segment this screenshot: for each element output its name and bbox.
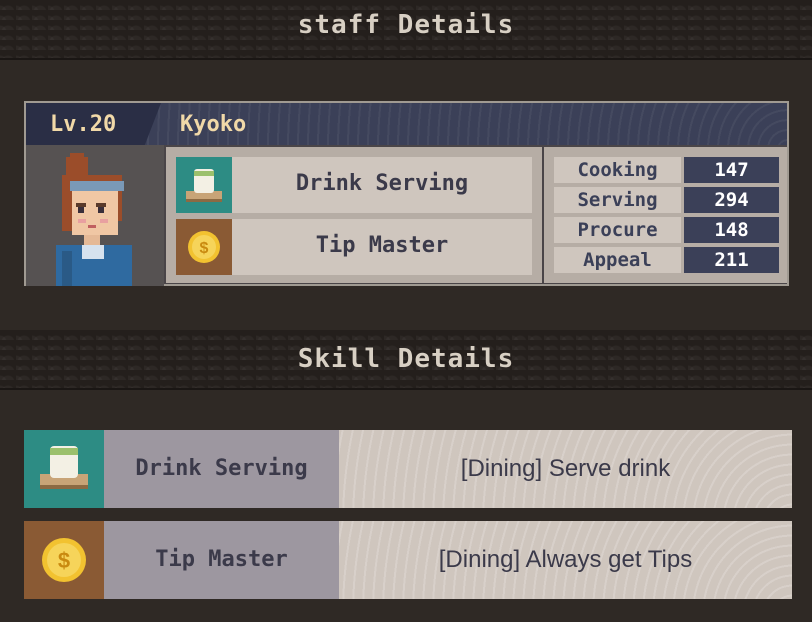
- staff-skills-panel: Drink Serving $ Tip Master: [166, 147, 542, 283]
- stat-value: 147: [684, 157, 779, 183]
- stat-value: 148: [684, 217, 779, 243]
- stat-label: Serving: [554, 187, 681, 213]
- kyoko-portrait-icon: [56, 153, 132, 286]
- skill-detail-name: Drink Serving: [104, 430, 339, 508]
- stat-label: Cooking: [554, 157, 681, 183]
- staff-details-screen: staff Details Lv.20 Kyoko Drink Serving …: [0, 0, 812, 622]
- level-badge: Lv.20: [26, 103, 161, 145]
- staff-stats-panel: Cooking 147 Serving 294 Procure 148 Appe…: [544, 147, 787, 283]
- tea-cup-icon: [176, 157, 232, 213]
- stat-value: 294: [684, 187, 779, 213]
- stat-value: 211: [684, 247, 779, 273]
- tea-cup-icon: [24, 430, 104, 508]
- stat-row-serving: Serving 294: [554, 187, 779, 213]
- skill-detail-row[interactable]: Drink Serving [Dining] Serve drink: [24, 430, 792, 508]
- staff-skill-row[interactable]: $ Tip Master: [176, 219, 532, 275]
- stat-row-cooking: Cooking 147: [554, 157, 779, 183]
- staff-name: Kyoko: [180, 112, 247, 137]
- skill-details-title: Skill Details: [297, 344, 515, 374]
- skill-detail-name: Tip Master: [104, 521, 339, 599]
- staff-skill-label: Tip Master: [315, 233, 449, 258]
- skill-detail-description: [Dining] Always get Tips: [339, 521, 792, 599]
- skill-detail-description: [Dining] Serve drink: [339, 430, 792, 508]
- stat-label: Appeal: [554, 247, 681, 273]
- staff-skill-row[interactable]: Drink Serving: [176, 157, 532, 213]
- gold-coin-icon: $: [24, 521, 104, 599]
- staff-card[interactable]: Lv.20 Kyoko Drink Serving $ Tip Master C…: [24, 101, 789, 286]
- staff-portrait: [26, 145, 164, 286]
- staff-title-bar: Lv.20 Kyoko: [26, 103, 787, 145]
- skill-details-header: Skill Details: [0, 330, 812, 390]
- gold-coin-icon: $: [176, 219, 232, 275]
- stat-row-procure: Procure 148: [554, 217, 779, 243]
- svg-text:$: $: [58, 548, 70, 573]
- staff-skill-label: Drink Serving: [295, 171, 469, 196]
- stat-row-appeal: Appeal 211: [554, 247, 779, 273]
- svg-text:$: $: [200, 240, 209, 257]
- staff-details-title: staff Details: [297, 10, 515, 40]
- staff-details-header: staff Details: [0, 0, 812, 60]
- stat-label: Procure: [554, 217, 681, 243]
- skill-detail-row[interactable]: $ Tip Master [Dining] Always get Tips: [24, 521, 792, 599]
- level-label: Lv.20: [50, 112, 117, 137]
